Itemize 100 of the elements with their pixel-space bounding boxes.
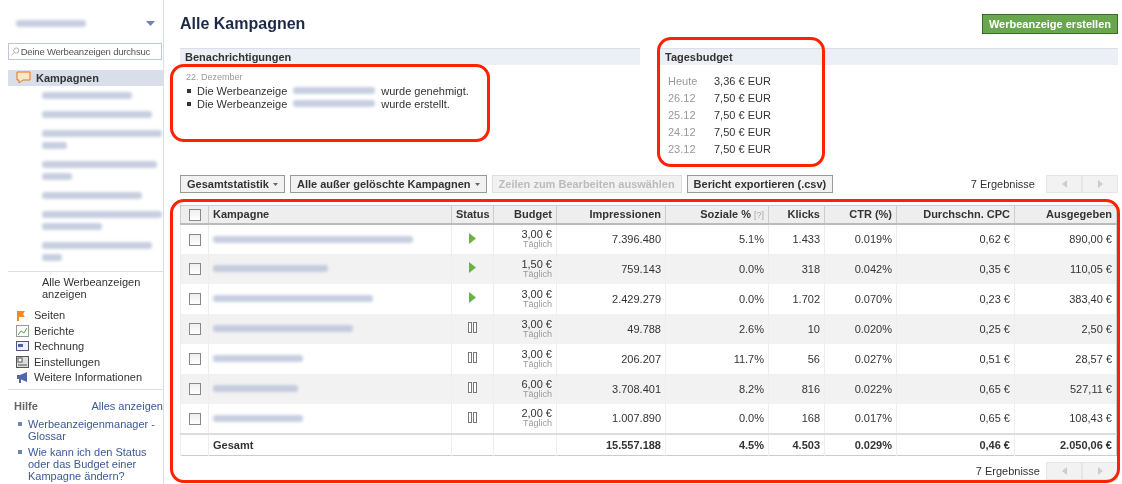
column-header[interactable]: Durchschn. CPC [896,205,1015,224]
column-header[interactable]: Ausgegeben [1014,205,1117,224]
table-cell: 0.0% [665,283,769,314]
column-header[interactable]: Budget [493,205,557,224]
table-cell: 49.788 [556,313,666,344]
table-cell: 759.143 [556,253,666,284]
pause-icon[interactable] [468,382,477,393]
budget-amount: 3,00 € [520,318,552,329]
table-cell: 383,40 € [1014,283,1117,314]
search-icon [11,47,20,57]
table-cell: 0.070% [824,283,897,314]
blurred-text [42,222,102,230]
all-ads-link[interactable]: Alle Werbeanzeigen anzeigen [8,275,163,308]
previous-arrow-icon [1061,180,1067,188]
help-link[interactable]: Wie kann ich den Status oder das Budget einer Kampagne ändern? [28,446,159,482]
column-header[interactable]: Status [451,205,494,224]
table-cell: 527,11 € [1014,373,1117,404]
next-arrow-icon [1097,467,1103,475]
toolbar-button[interactable]: Gesamtstatistik [180,175,285,193]
row-checkbox[interactable] [188,293,201,306]
table-cell: 1.702 [768,283,825,314]
campaigns-nav-item[interactable]: Kampagnen [8,70,163,86]
sidebar-nav-item[interactable]: Berichte [8,323,163,339]
chart-icon [16,324,29,337]
megaphone-icon [16,371,29,384]
budget-period: Täglich [523,268,552,279]
table-cell: 0,65 € [896,373,1015,404]
row-checkbox[interactable] [188,353,201,366]
budget-period: Täglich [523,239,552,249]
budget-amount: 7,50 € EUR [714,91,771,104]
budget-amount: 3,00 € [520,348,552,359]
speech-bubble-icon [16,71,31,85]
toolbar-button[interactable]: Bericht exportieren (.csv) [686,175,834,193]
table-cell: 0,62 € [896,223,1015,254]
budget-date: 26.12 [668,91,697,104]
next-page-button[interactable] [1082,462,1118,480]
row-checkbox[interactable] [188,383,201,396]
caret-icon [474,182,480,186]
column-header[interactable]: Kampagne [208,205,452,224]
table-cell: 0.042% [824,253,897,284]
dropdown-caret-icon[interactable] [146,21,155,27]
pause-icon[interactable] [468,411,477,423]
see-all-link[interactable]: Alles anzeigen [91,400,163,412]
budget-amount: 7,50 € EUR [714,108,771,121]
search-field[interactable]: Deine Werbeanzeigen durchsuc [8,43,162,61]
pause-icon[interactable] [468,352,477,363]
table-cell: 3.708.401 [556,373,666,404]
pause-icon[interactable] [468,322,477,333]
column-header[interactable]: CTR (%) [824,205,897,224]
sidebar-nav-item[interactable]: Weitere Informationen [8,369,163,385]
table-cell: 0,35 € [896,253,1015,284]
budget-amount: 3,00 € [520,229,552,239]
total-cell: 0.029% [824,433,897,456]
sidebar-nav-item[interactable]: Rechnung [8,338,163,355]
notification-text: wurde erstellt. [381,97,450,110]
row-checkbox[interactable] [188,323,201,336]
budget-amount: 1,50 € [520,258,552,269]
play-icon[interactable] [469,292,476,303]
total-cell: 15.557.188 [556,433,666,456]
table-cell: 11.7% [665,343,769,374]
row-checkbox[interactable] [188,412,201,425]
total-cell: 2.050,06 € [1014,433,1117,456]
play-icon[interactable] [469,262,476,273]
column-header[interactable]: Soziale % [?] [665,205,769,224]
table-cell: 0,65 € [896,403,1015,434]
table-cell: 0,51 € [896,343,1015,374]
table-cell: 2.429.279 [556,283,666,314]
help-title: Hilfe [14,400,38,412]
sidebar-nav-item[interactable]: Seiten [8,307,163,324]
total-label: Gesamt [208,433,452,456]
help-link[interactable]: Werbeanzeigenmanager - Glossar [28,418,159,442]
sidebar-nav-item[interactable]: Einstellungen [8,354,163,370]
table-cell: 890,00 € [1014,223,1117,254]
results-count: 7 Ergebnisse [975,465,1040,477]
budget-period: Täglich [523,388,552,399]
next-arrow-icon [1097,180,1103,188]
results-count: 7 Ergebnisse [970,178,1035,190]
column-header[interactable]: Klicks [768,205,825,224]
table-cell: 1.007.890 [556,403,666,434]
table-cell: 108,43 € [1014,403,1117,434]
previous-arrow-icon [1061,467,1067,475]
budget-amount: 7,50 € EUR [714,125,771,138]
table-cell: 0.0% [665,253,769,284]
table-cell: 318 [768,253,825,284]
blurred-text [42,172,72,180]
total-cell: 0,46 € [896,433,1015,456]
notification-date: 22. Dezember [186,72,244,82]
toolbar-button[interactable]: Alle außer gelöschte Kampagnen [289,175,487,193]
page-title: Alle Kampagnen [180,15,306,33]
budget-amount: 2,00 € [520,408,552,418]
select-all-checkbox[interactable] [188,208,201,221]
table-cell: 816 [768,373,825,404]
table-cell: 10 [768,313,825,344]
notification-text: Die Werbeanzeige [197,84,288,97]
play-icon[interactable] [469,232,476,244]
row-checkbox[interactable] [188,263,201,276]
budget-date: 25.12 [668,108,697,121]
row-checkbox[interactable] [188,233,201,246]
blurred-text [42,253,62,261]
column-header[interactable]: Impressionen [556,205,666,224]
